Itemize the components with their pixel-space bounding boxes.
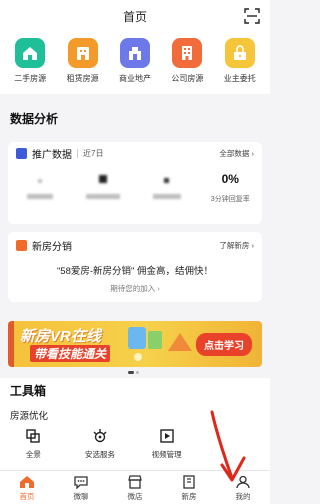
banner-line2: 带看技能通关 (30, 345, 111, 362)
tab-chat[interactable]: 微聊 (54, 471, 108, 504)
new-home-title: 新房分销 (32, 241, 72, 253)
stat-item[interactable] (12, 172, 68, 204)
tab-label: 微店 (127, 492, 143, 501)
quick-action-label: 租赁房源 (66, 74, 99, 83)
promo-data-period: 近7日 (83, 148, 104, 158)
new-home-card-header[interactable]: 新房分销 了解新房 › (8, 234, 262, 256)
store-tab-icon (128, 475, 142, 489)
page-title: 首页 (122, 9, 147, 24)
bottom-tab-bar: 首页 微聊 微店 新房 我的 (0, 470, 270, 504)
all-data-link-label: 全部数据 (219, 148, 250, 158)
tab-label: 首页 (19, 492, 35, 501)
tab-home[interactable]: 首页 (0, 471, 54, 504)
join-cta[interactable]: 期待您的加入 › (8, 283, 262, 294)
tool-label: 全景 (25, 450, 41, 459)
banner-pagination (128, 371, 139, 374)
promo-data-icon (16, 147, 27, 159)
new-home-card: 新房分销 了解新房 › "58爱房-新房分销" 佣金高，结佣快！ 期待您的加入 … (8, 232, 262, 302)
chat-tab-icon (74, 476, 88, 489)
pagination-dot-active (128, 371, 134, 374)
quick-action-secondhand[interactable]: 二手房源 (5, 38, 55, 94)
stat-label-blurred (152, 194, 181, 201)
lock-icon (224, 38, 255, 68)
profile-tab-icon (236, 475, 250, 489)
service-icon (93, 429, 107, 443)
learn-new-home-label: 了解新房 (219, 240, 250, 250)
learn-new-home-link[interactable]: 了解新房 › (219, 240, 254, 251)
quick-action-label: 商业地产 (118, 74, 151, 83)
stat-label: 3分钟回复率 (210, 196, 250, 203)
home-tab-icon (20, 476, 34, 488)
top-bar: 首页 (0, 0, 270, 32)
building-icon (67, 38, 98, 68)
tab-label: 我的 (235, 492, 251, 501)
tool-panorama[interactable]: 全景 (3, 428, 63, 460)
quick-action-commercial[interactable]: 商业地产 (110, 38, 160, 94)
tool-video[interactable]: 视频管理 (137, 428, 197, 460)
shop-icon (119, 38, 150, 68)
quick-action-owner-entrust[interactable]: 业主委托 (215, 38, 265, 94)
banner-line1: 新房VR在线 (20, 328, 101, 345)
promo-data-title: 推广数据 (32, 149, 72, 161)
pagination-dot (136, 371, 139, 374)
quick-action-company[interactable]: 公司房源 (162, 38, 212, 94)
promo-data-card: 推广数据 近7日 全部数据 › 0% 3分钟回复率 (8, 142, 262, 224)
stat-value-blurred (99, 172, 108, 188)
stat-label-blurred (26, 194, 53, 201)
join-cta-label: 期待您的加入 (110, 284, 156, 293)
toolbox-items: 全景 安选服务 视频管理 (0, 428, 200, 460)
toolbox: 工具箱 房源优化 全景 安选服务 视频管理 (0, 378, 270, 470)
promo-banner[interactable]: 新房VR在线 带看技能通关 点击学习 (8, 321, 262, 367)
company-icon (172, 38, 203, 68)
stat-value-blurred (164, 172, 170, 188)
tab-new-home[interactable]: 新房 (162, 471, 216, 504)
stat-item[interactable] (139, 172, 195, 204)
stat-value-blurred (37, 172, 42, 188)
quick-action-label: 二手房源 (14, 74, 47, 83)
tab-store[interactable]: 微店 (108, 471, 162, 504)
tool-service[interactable]: 安选服务 (70, 428, 130, 460)
tab-label: 新房 (181, 492, 197, 501)
section-title-toolbox: 工具箱 (10, 384, 47, 398)
new-home-icon (16, 239, 27, 251)
tab-profile[interactable]: 我的 (216, 471, 270, 504)
quick-actions: 二手房源 租赁房源 商业地产 公司房源 业主委托 (0, 32, 270, 94)
divider (77, 148, 78, 158)
panorama-icon (26, 429, 41, 443)
tab-label: 微聊 (73, 492, 89, 501)
promo-stats: 0% 3分钟回复率 (8, 172, 262, 204)
scan-icon[interactable] (244, 8, 260, 24)
house-icon (15, 38, 46, 68)
promo-data-card-header[interactable]: 推广数据 近7日 全部数据 › (8, 142, 262, 164)
quick-action-label: 业主委托 (223, 74, 256, 83)
stat-value: 0% (221, 172, 239, 186)
tool-label: 安选服务 (84, 450, 115, 459)
quick-action-label: 公司房源 (171, 74, 204, 83)
section-title-data-analysis: 数据分析 (10, 112, 59, 126)
new-home-headline: "58爱房-新房分销" 佣金高，结佣快！ (56, 266, 214, 277)
banner-learn-button[interactable]: 点击学习 (196, 333, 252, 356)
newhome-tab-icon (183, 475, 195, 489)
video-icon (159, 429, 174, 443)
stat-item[interactable] (75, 172, 131, 204)
quick-action-rental[interactable]: 租赁房源 (58, 38, 108, 94)
toolbox-subtitle: 房源优化 (10, 411, 49, 422)
tool-label: 视频管理 (151, 450, 182, 459)
stat-item-reply-rate[interactable]: 0% 3分钟回复率 (202, 172, 258, 204)
stat-label-blurred (86, 194, 121, 201)
all-data-link[interactable]: 全部数据 › (219, 148, 254, 159)
